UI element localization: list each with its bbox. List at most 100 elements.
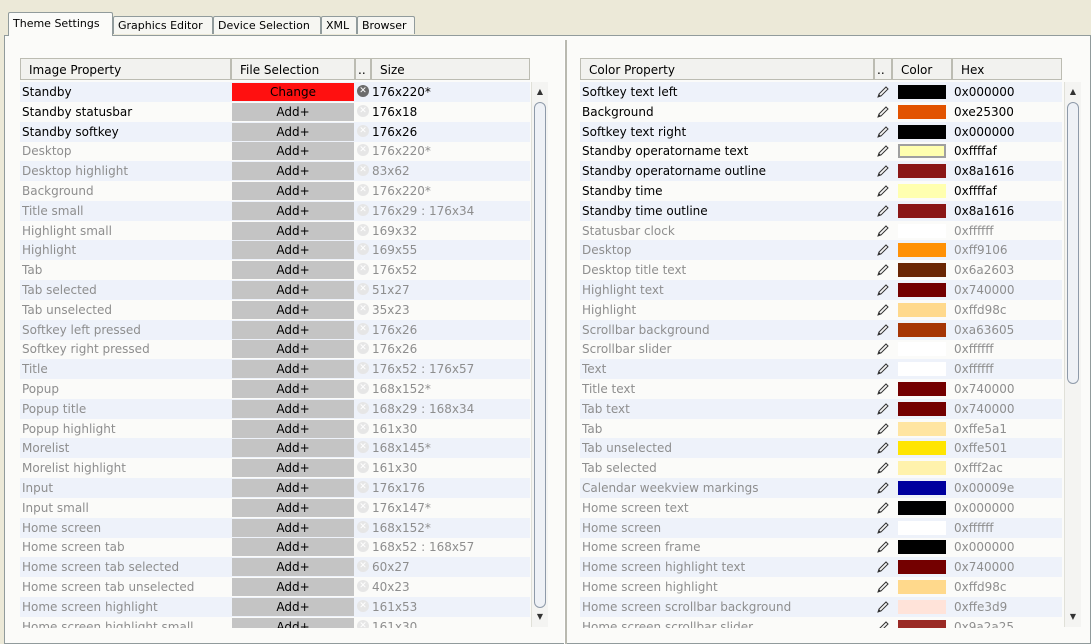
color-swatch[interactable]: [898, 184, 946, 198]
add-button[interactable]: Add+: [232, 281, 354, 299]
pencil-icon[interactable]: [875, 262, 891, 278]
pencil-icon[interactable]: [875, 460, 891, 476]
pencil-icon[interactable]: [875, 163, 891, 179]
clear-x-icon[interactable]: ✕: [357, 164, 369, 177]
column-header-size[interactable]: Size: [371, 58, 530, 80]
add-button[interactable]: Add+: [232, 399, 354, 418]
pencil-icon[interactable]: [875, 440, 891, 456]
tab-graphics-editor[interactable]: Graphics Editor: [113, 16, 213, 34]
table-row[interactable]: Popup Add+ ✕ 168x152*: [20, 379, 530, 399]
add-button[interactable]: Add+: [232, 360, 354, 379]
color-swatch[interactable]: [898, 104, 946, 119]
table-row[interactable]: Standby Change ✕ 176x220*: [20, 82, 530, 102]
color-swatch[interactable]: [898, 481, 946, 495]
table-row[interactable]: Softkey text right 0x000000: [580, 121, 1062, 142]
add-button[interactable]: Add+: [232, 380, 354, 398]
table-row[interactable]: Standby time outline 0x8a1616: [580, 200, 1062, 221]
pencil-icon[interactable]: [875, 203, 891, 219]
pencil-icon[interactable]: [875, 480, 891, 496]
color-swatch[interactable]: [898, 203, 946, 218]
clear-x-icon[interactable]: ✕: [357, 124, 369, 137]
add-button[interactable]: Add+: [232, 182, 354, 200]
table-row[interactable]: Highlight text 0x740000: [580, 280, 1062, 300]
scrollbar-thumb[interactable]: [1067, 102, 1079, 384]
add-button[interactable]: Add+: [232, 597, 354, 616]
table-row[interactable]: Standby operatorname outline 0x8a1616: [580, 161, 1062, 182]
pencil-icon[interactable]: [875, 242, 891, 258]
add-button[interactable]: Add+: [232, 538, 354, 557]
clear-x-icon[interactable]: ✕: [357, 382, 369, 394]
add-button[interactable]: Add+: [232, 439, 354, 458]
pencil-icon[interactable]: [875, 619, 891, 628]
table-row[interactable]: Softkey text left 0x000000: [580, 82, 1062, 102]
pencil-icon[interactable]: [875, 539, 891, 555]
table-row[interactable]: Scrollbar slider 0xffffff: [580, 339, 1062, 359]
tab-theme-settings[interactable]: Theme Settings: [8, 12, 113, 36]
add-button[interactable]: Add+: [232, 578, 354, 596]
clear-x-icon[interactable]: ✕: [357, 104, 369, 117]
pencil-icon[interactable]: [875, 599, 891, 615]
color-swatch[interactable]: [898, 362, 946, 377]
pencil-icon[interactable]: [875, 322, 891, 338]
table-row[interactable]: Background Add+ ✕ 176x220*: [20, 181, 530, 201]
pencil-icon[interactable]: [875, 282, 891, 298]
table-row[interactable]: Tab text 0x740000: [580, 398, 1062, 419]
tab-device-selection[interactable]: Device Selection: [213, 16, 321, 34]
pencil-icon[interactable]: [875, 183, 891, 199]
table-row[interactable]: Home screen tab selected Add+ ✕ 60x27: [20, 557, 530, 578]
pencil-icon[interactable]: [875, 559, 891, 575]
table-row[interactable]: Tab 0xffe5a1: [580, 419, 1062, 439]
add-button[interactable]: Add+: [232, 459, 354, 478]
clear-x-icon[interactable]: ✕: [357, 342, 369, 355]
add-button[interactable]: Add+: [232, 617, 354, 628]
table-row[interactable]: Standby statusbar Add+ ✕ 176x18: [20, 102, 530, 122]
pencil-icon[interactable]: [875, 302, 891, 318]
pencil-icon[interactable]: [875, 341, 891, 357]
table-row[interactable]: Text 0xffffff: [580, 359, 1062, 380]
color-swatch[interactable]: [898, 342, 946, 357]
clear-x-icon[interactable]: ✕: [357, 580, 369, 592]
clear-x-icon[interactable]: ✕: [357, 184, 369, 196]
color-swatch[interactable]: [898, 599, 946, 614]
clear-x-icon[interactable]: ✕: [357, 540, 369, 553]
column-header-hex[interactable]: Hex: [952, 58, 1062, 80]
color-swatch[interactable]: [898, 322, 946, 337]
color-swatch[interactable]: [898, 560, 946, 575]
clear-x-icon[interactable]: ✕: [357, 85, 369, 97]
clear-x-icon[interactable]: ✕: [357, 520, 369, 533]
color-swatch[interactable]: [898, 520, 946, 535]
add-button[interactable]: Add+: [232, 320, 354, 339]
table-row[interactable]: Calendar weekview markings 0x00009e: [580, 478, 1062, 498]
tab-browser[interactable]: Browser: [357, 16, 415, 34]
clear-x-icon[interactable]: ✕: [357, 481, 369, 493]
add-button[interactable]: Add+: [232, 142, 354, 161]
table-row[interactable]: Home screen scrollbar background 0xffe3d9: [580, 596, 1062, 617]
color-swatch[interactable]: [898, 243, 946, 258]
table-row[interactable]: Softkey right pressed Add+ ✕ 176x26: [20, 339, 530, 359]
clear-x-icon[interactable]: ✕: [357, 401, 369, 414]
table-row[interactable]: Home screen 0xffffff: [580, 517, 1062, 538]
color-swatch[interactable]: [898, 144, 946, 159]
table-row[interactable]: Home screen frame 0x000000: [580, 537, 1062, 557]
table-row[interactable]: Morelist Add+ ✕ 168x145*: [20, 438, 530, 459]
table-row[interactable]: Tab unselected 0xffe501: [580, 438, 1062, 459]
table-row[interactable]: Home screen text 0x000000: [580, 498, 1062, 518]
color-swatch[interactable]: [898, 283, 946, 297]
clear-x-icon[interactable]: ✕: [357, 560, 369, 573]
pencil-icon[interactable]: [875, 124, 891, 140]
scroll-up-arrow-icon[interactable]: ▲: [1065, 84, 1081, 100]
change-button[interactable]: Change: [232, 83, 354, 101]
color-swatch[interactable]: [898, 619, 946, 628]
table-row[interactable]: Home screen tab unselected Add+ ✕ 40x23: [20, 577, 530, 597]
clear-x-icon[interactable]: ✕: [357, 362, 369, 375]
color-swatch[interactable]: [898, 302, 946, 317]
add-button[interactable]: Add+: [232, 300, 354, 319]
scrollbar-thumb[interactable]: [534, 102, 546, 608]
table-row[interactable]: Softkey left pressed Add+ ✕ 176x26: [20, 319, 530, 340]
table-row[interactable]: Popup highlight Add+ ✕ 161x30: [20, 419, 530, 439]
color-swatch[interactable]: [898, 124, 946, 139]
table-row[interactable]: Morelist highlight Add+ ✕ 161x30: [20, 458, 530, 478]
clear-x-icon[interactable]: ✕: [357, 263, 369, 276]
scroll-down-arrow-icon[interactable]: ▼: [532, 609, 548, 625]
image-table-scrollbar[interactable]: ▲ ▼: [531, 82, 548, 627]
